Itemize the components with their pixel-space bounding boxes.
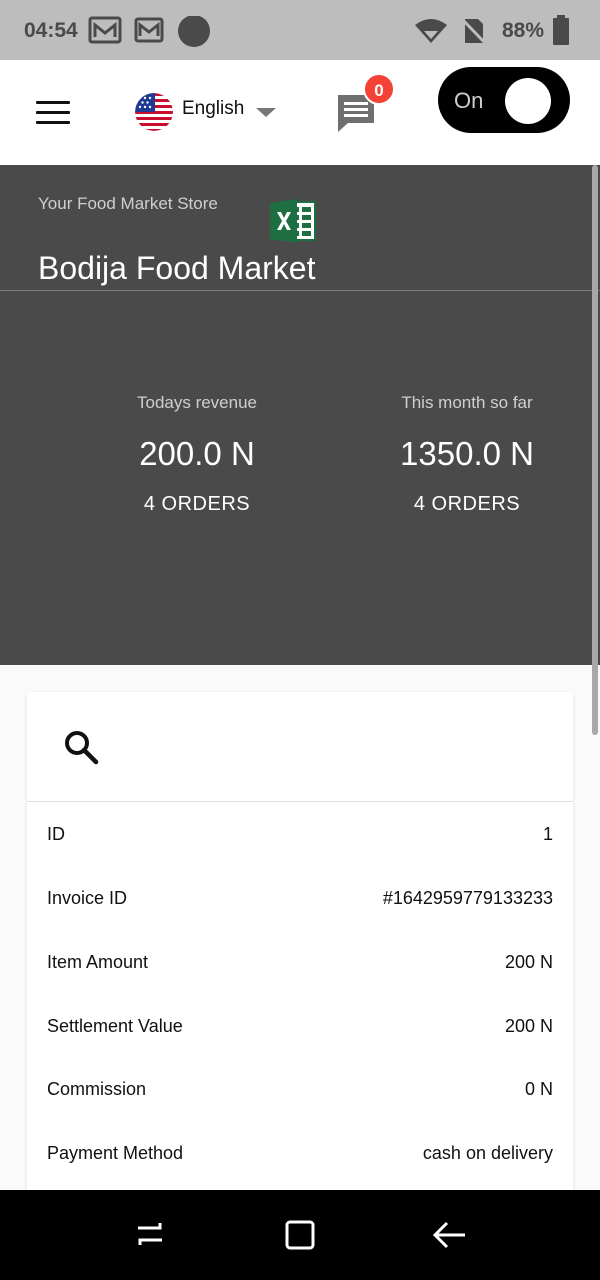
toggle-knob (505, 78, 551, 124)
battery-percent: 88% (502, 19, 545, 42)
today-orders-count: 4 ORDERS (143, 493, 251, 515)
row-value: 200 N (504, 952, 553, 972)
system-nav-bar (0, 1190, 600, 1280)
month-revenue-label: This month so far (401, 393, 533, 412)
home-icon[interactable] (284, 1217, 316, 1253)
status-time: 04:54 (24, 19, 78, 42)
store-subtitle: Your Food Market Store (38, 194, 218, 213)
chevron-down-icon[interactable] (256, 108, 276, 117)
gmail-icon (88, 16, 122, 44)
dot-icon (178, 16, 210, 47)
order-card: ID 1 Invoice ID #1642959779133233 Item A… (27, 692, 573, 1212)
store-summary: Your Food Market Store Bodija Food Marke… (0, 165, 600, 665)
language-label[interactable]: English (182, 98, 244, 120)
row-label: Payment Method (47, 1143, 184, 1163)
toggle-label: On (454, 88, 484, 113)
today-revenue-label: Todays revenue (136, 393, 258, 412)
row-label: Settlement Value (47, 1016, 183, 1036)
status-bar: 04:54 88% (0, 0, 600, 60)
search-bar[interactable] (27, 692, 573, 802)
row-value: 1 (542, 824, 553, 844)
order-row-settlement-value: Settlement Value 200 N (47, 1012, 553, 1042)
month-revenue-stat: This month so far 1350.0 N 4 ORDERS (337, 393, 597, 516)
row-value: cash on delivery (422, 1143, 553, 1163)
order-row-id: ID 1 (47, 820, 553, 850)
search-icon[interactable] (63, 729, 99, 765)
order-row-commission: Commission 0 N (47, 1075, 553, 1105)
wifi-icon (415, 19, 447, 43)
row-label: ID (47, 824, 65, 844)
today-revenue-value: 200.0 N (139, 435, 255, 472)
no-sim-icon (460, 17, 486, 45)
recents-icon[interactable] (134, 1217, 166, 1253)
store-name: Bodija Food Market (38, 250, 316, 286)
row-label: Invoice ID (47, 888, 128, 908)
today-revenue-stat: Todays revenue 200.0 N 4 ORDERS (67, 393, 327, 516)
month-orders-count: 4 ORDERS (413, 493, 521, 515)
month-revenue-value: 1350.0 N (400, 435, 534, 472)
row-value: 200 N (504, 1016, 553, 1036)
scrollbar[interactable] (592, 165, 598, 735)
row-value: 0 N (524, 1079, 553, 1099)
us-flag-icon[interactable] (135, 93, 173, 131)
chat-badge: 0 (363, 73, 395, 105)
gmail-icon (134, 17, 164, 43)
order-row-invoice-id: Invoice ID #1642959779133233 (47, 884, 553, 914)
row-label: Item Amount (47, 952, 149, 972)
app-bar: English 0 On (0, 60, 600, 165)
order-row-item-amount: Item Amount 200 N (47, 948, 553, 978)
row-label: Commission (47, 1079, 147, 1099)
hero-divider (0, 290, 600, 291)
menu-icon[interactable] (36, 101, 70, 125)
excel-icon[interactable] (269, 198, 317, 244)
row-value: #1642959779133233 (382, 888, 553, 908)
battery-icon (553, 15, 569, 45)
order-row-payment-method: Payment Method cash on delivery (47, 1139, 553, 1169)
online-toggle[interactable]: On (438, 67, 570, 133)
back-icon[interactable] (432, 1217, 468, 1253)
